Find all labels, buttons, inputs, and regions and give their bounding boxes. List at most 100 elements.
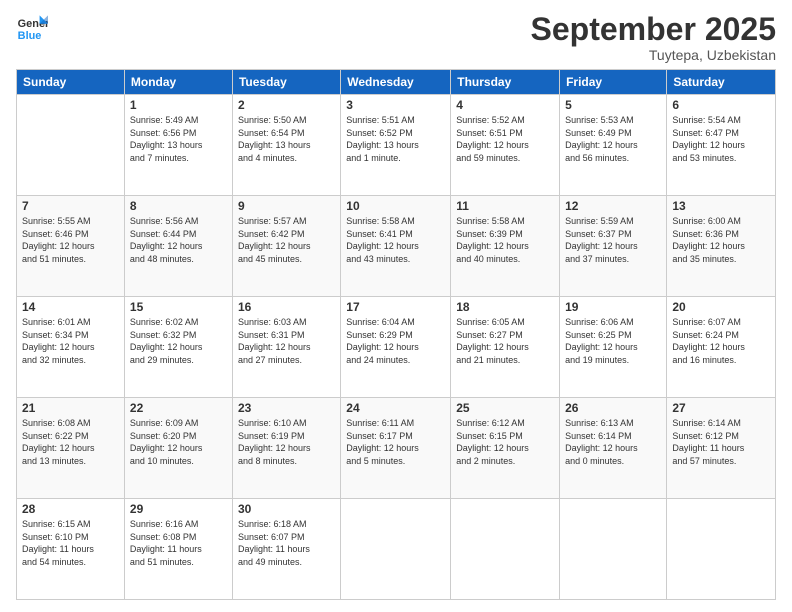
weekday-header-monday: Monday	[124, 70, 232, 95]
calendar-cell: 19 Sunrise: 6:06 AM Sunset: 6:25 PM Dayli…	[560, 297, 667, 398]
day-info: Sunrise: 6:10 AM Sunset: 6:19 PM Dayligh…	[238, 417, 335, 467]
day-info: Sunrise: 6:05 AM Sunset: 6:27 PM Dayligh…	[456, 316, 554, 366]
day-number: 28	[22, 502, 119, 516]
calendar-table: SundayMondayTuesdayWednesdayThursdayFrid…	[16, 69, 776, 600]
calendar-week-row-2: 7Sunrise: 5:55 AM Sunset: 6:46 PM Daylig…	[17, 196, 776, 297]
calendar-cell: 22 Sunrise: 6:09 AM Sunset: 6:20 PM Dayli…	[124, 398, 232, 499]
calendar-cell: 9 Sunrise: 5:57 AM Sunset: 6:42 PM Daylig…	[232, 196, 340, 297]
day-info: Sunrise: 5:53 AM Sunset: 6:49 PM Dayligh…	[565, 114, 661, 164]
day-number: 1	[130, 98, 227, 112]
day-number: 13	[672, 199, 770, 213]
day-info: Sunrise: 5:51 AM Sunset: 6:52 PM Dayligh…	[346, 114, 445, 164]
calendar-cell: 14 Sunrise: 6:01 AM Sunset: 6:34 PM Dayli…	[17, 297, 125, 398]
day-info: Sunrise: 5:54 AM Sunset: 6:47 PM Dayligh…	[672, 114, 770, 164]
day-number: 18	[456, 300, 554, 314]
day-info: Sunrise: 6:14 AM Sunset: 6:12 PM Dayligh…	[672, 417, 770, 467]
calendar-cell	[451, 499, 560, 600]
day-number: 19	[565, 300, 661, 314]
calendar-cell: 7Sunrise: 5:55 AM Sunset: 6:46 PM Daylig…	[17, 196, 125, 297]
day-info: Sunrise: 6:01 AM Sunset: 6:34 PM Dayligh…	[22, 316, 119, 366]
day-info: Sunrise: 6:03 AM Sunset: 6:31 PM Dayligh…	[238, 316, 335, 366]
calendar-cell: 28 Sunrise: 6:15 AM Sunset: 6:10 PM Dayli…	[17, 499, 125, 600]
day-info: Sunrise: 5:57 AM Sunset: 6:42 PM Dayligh…	[238, 215, 335, 265]
weekday-header-wednesday: Wednesday	[341, 70, 451, 95]
day-info: Sunrise: 5:56 AM Sunset: 6:44 PM Dayligh…	[130, 215, 227, 265]
calendar-cell: 6 Sunrise: 5:54 AM Sunset: 6:47 PM Daylig…	[667, 95, 776, 196]
calendar-week-row-4: 21Sunrise: 6:08 AM Sunset: 6:22 PM Dayli…	[17, 398, 776, 499]
day-number: 15	[130, 300, 227, 314]
day-number: 10	[346, 199, 445, 213]
calendar-cell	[560, 499, 667, 600]
calendar-cell: 2 Sunrise: 5:50 AM Sunset: 6:54 PM Daylig…	[232, 95, 340, 196]
day-number: 11	[456, 199, 554, 213]
calendar-cell: 17Sunrise: 6:04 AM Sunset: 6:29 PM Dayli…	[341, 297, 451, 398]
calendar-cell: 15 Sunrise: 6:02 AM Sunset: 6:32 PM Dayli…	[124, 297, 232, 398]
calendar-cell: 4 Sunrise: 5:52 AM Sunset: 6:51 PM Daylig…	[451, 95, 560, 196]
calendar-cell: 27 Sunrise: 6:14 AM Sunset: 6:12 PM Dayli…	[667, 398, 776, 499]
calendar-cell: 18 Sunrise: 6:05 AM Sunset: 6:27 PM Dayli…	[451, 297, 560, 398]
day-info: Sunrise: 5:58 AM Sunset: 6:41 PM Dayligh…	[346, 215, 445, 265]
weekday-header-tuesday: Tuesday	[232, 70, 340, 95]
calendar-cell: 13Sunrise: 6:00 AM Sunset: 6:36 PM Dayli…	[667, 196, 776, 297]
day-number: 26	[565, 401, 661, 415]
calendar-week-row-3: 14 Sunrise: 6:01 AM Sunset: 6:34 PM Dayli…	[17, 297, 776, 398]
day-info: Sunrise: 6:13 AM Sunset: 6:14 PM Dayligh…	[565, 417, 661, 467]
day-info: Sunrise: 6:11 AM Sunset: 6:17 PM Dayligh…	[346, 417, 445, 467]
weekday-header-friday: Friday	[560, 70, 667, 95]
calendar-cell: 12 Sunrise: 5:59 AM Sunset: 6:37 PM Dayli…	[560, 196, 667, 297]
day-number: 21	[22, 401, 119, 415]
day-number: 23	[238, 401, 335, 415]
day-number: 9	[238, 199, 335, 213]
calendar-cell: 26 Sunrise: 6:13 AM Sunset: 6:14 PM Dayli…	[560, 398, 667, 499]
day-info: Sunrise: 6:07 AM Sunset: 6:24 PM Dayligh…	[672, 316, 770, 366]
day-info: Sunrise: 6:02 AM Sunset: 6:32 PM Dayligh…	[130, 316, 227, 366]
day-number: 12	[565, 199, 661, 213]
day-number: 8	[130, 199, 227, 213]
weekday-header-saturday: Saturday	[667, 70, 776, 95]
calendar-cell: 10 Sunrise: 5:58 AM Sunset: 6:41 PM Dayli…	[341, 196, 451, 297]
day-number: 3	[346, 98, 445, 112]
weekday-header-sunday: Sunday	[17, 70, 125, 95]
calendar-cell: 1 Sunrise: 5:49 AM Sunset: 6:56 PM Daylig…	[124, 95, 232, 196]
calendar-cell: 24 Sunrise: 6:11 AM Sunset: 6:17 PM Dayli…	[341, 398, 451, 499]
day-number: 27	[672, 401, 770, 415]
calendar-cell: 11 Sunrise: 5:58 AM Sunset: 6:39 PM Dayli…	[451, 196, 560, 297]
day-info: Sunrise: 5:49 AM Sunset: 6:56 PM Dayligh…	[130, 114, 227, 164]
calendar-cell: 5 Sunrise: 5:53 AM Sunset: 6:49 PM Daylig…	[560, 95, 667, 196]
day-number: 17	[346, 300, 445, 314]
day-number: 29	[130, 502, 227, 516]
day-number: 4	[456, 98, 554, 112]
calendar-cell: 21Sunrise: 6:08 AM Sunset: 6:22 PM Dayli…	[17, 398, 125, 499]
day-number: 2	[238, 98, 335, 112]
day-number: 24	[346, 401, 445, 415]
calendar-cell: 23 Sunrise: 6:10 AM Sunset: 6:19 PM Dayli…	[232, 398, 340, 499]
day-number: 25	[456, 401, 554, 415]
calendar-cell	[667, 499, 776, 600]
day-info: Sunrise: 6:15 AM Sunset: 6:10 PM Dayligh…	[22, 518, 119, 568]
svg-text:Blue: Blue	[18, 30, 42, 42]
day-info: Sunrise: 5:59 AM Sunset: 6:37 PM Dayligh…	[565, 215, 661, 265]
day-number: 5	[565, 98, 661, 112]
day-number: 22	[130, 401, 227, 415]
calendar-cell: 30Sunrise: 6:18 AM Sunset: 6:07 PM Dayli…	[232, 499, 340, 600]
weekday-header-thursday: Thursday	[451, 70, 560, 95]
calendar-cell	[17, 95, 125, 196]
day-info: Sunrise: 6:06 AM Sunset: 6:25 PM Dayligh…	[565, 316, 661, 366]
location: Tuytepa, Uzbekistan	[531, 47, 776, 63]
calendar-cell: 20 Sunrise: 6:07 AM Sunset: 6:24 PM Dayli…	[667, 297, 776, 398]
calendar-week-row-5: 28 Sunrise: 6:15 AM Sunset: 6:10 PM Dayli…	[17, 499, 776, 600]
calendar-cell	[341, 499, 451, 600]
calendar-cell: 8 Sunrise: 5:56 AM Sunset: 6:44 PM Daylig…	[124, 196, 232, 297]
day-info: Sunrise: 5:50 AM Sunset: 6:54 PM Dayligh…	[238, 114, 335, 164]
calendar-cell: 16Sunrise: 6:03 AM Sunset: 6:31 PM Dayli…	[232, 297, 340, 398]
day-info: Sunrise: 6:18 AM Sunset: 6:07 PM Dayligh…	[238, 518, 335, 568]
day-info: Sunrise: 5:52 AM Sunset: 6:51 PM Dayligh…	[456, 114, 554, 164]
day-number: 6	[672, 98, 770, 112]
day-info: Sunrise: 6:09 AM Sunset: 6:20 PM Dayligh…	[130, 417, 227, 467]
day-info: Sunrise: 5:58 AM Sunset: 6:39 PM Dayligh…	[456, 215, 554, 265]
day-number: 7	[22, 199, 119, 213]
calendar-cell: 25 Sunrise: 6:12 AM Sunset: 6:15 PM Dayli…	[451, 398, 560, 499]
day-info: Sunrise: 6:12 AM Sunset: 6:15 PM Dayligh…	[456, 417, 554, 467]
day-number: 14	[22, 300, 119, 314]
day-number: 20	[672, 300, 770, 314]
